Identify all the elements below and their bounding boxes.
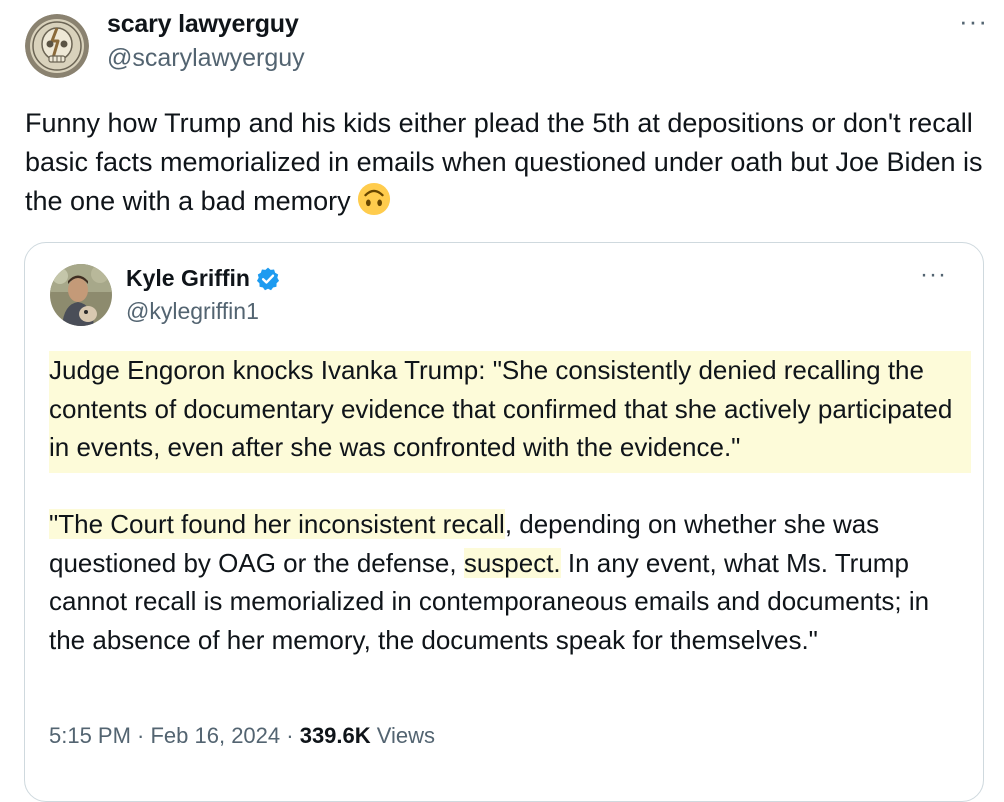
quoted-more-options-icon[interactable]: ··· (920, 263, 947, 287)
highlighted-text: "The Court found her inconsistent recall (49, 509, 505, 539)
tweet-text: Funny how Trump and his kids either plea… (25, 104, 985, 221)
quoted-author-name[interactable]: Kyle Griffin (126, 265, 281, 292)
author-name[interactable]: scary lawyerguy (107, 10, 299, 39)
steal-your-face-icon (25, 14, 89, 78)
quoted-paragraph-2: "The Court found her inconsistent recall… (49, 505, 971, 659)
upside-down-face-emoji (357, 182, 390, 216)
quoted-author-name-text: Kyle Griffin (126, 265, 250, 291)
tweet: scary lawyerguy @scarylawyerguy ··· Funn… (0, 0, 1004, 802)
quoted-author-avatar[interactable] (50, 264, 112, 326)
more-options-icon[interactable]: ··· (959, 8, 988, 34)
profile-photo-icon (50, 264, 112, 326)
views-count: 339.6K (299, 723, 371, 748)
tweet-text-content: Funny how Trump and his kids either plea… (25, 108, 983, 216)
quoted-paragraph-1: Judge Engoron knocks Ivanka Trump: "She … (49, 355, 953, 462)
author-avatar[interactable] (25, 14, 89, 78)
quoted-tweet-meta: 5:15 PM · Feb 16, 2024 · 339.6K Views (49, 723, 435, 749)
quoted-tweet-card[interactable]: Kyle Griffin @kylegriffin1 ··· Judge Eng… (24, 242, 984, 802)
timestamp[interactable]: 5:15 PM · Feb 16, 2024 · (49, 723, 300, 748)
author-handle[interactable]: @scarylawyerguy (107, 44, 305, 73)
highlighted-text: suspect. (463, 547, 561, 578)
verified-badge-icon (256, 267, 280, 290)
quoted-author-handle[interactable]: @kylegriffin1 (126, 298, 259, 325)
views-label: Views (370, 723, 436, 748)
